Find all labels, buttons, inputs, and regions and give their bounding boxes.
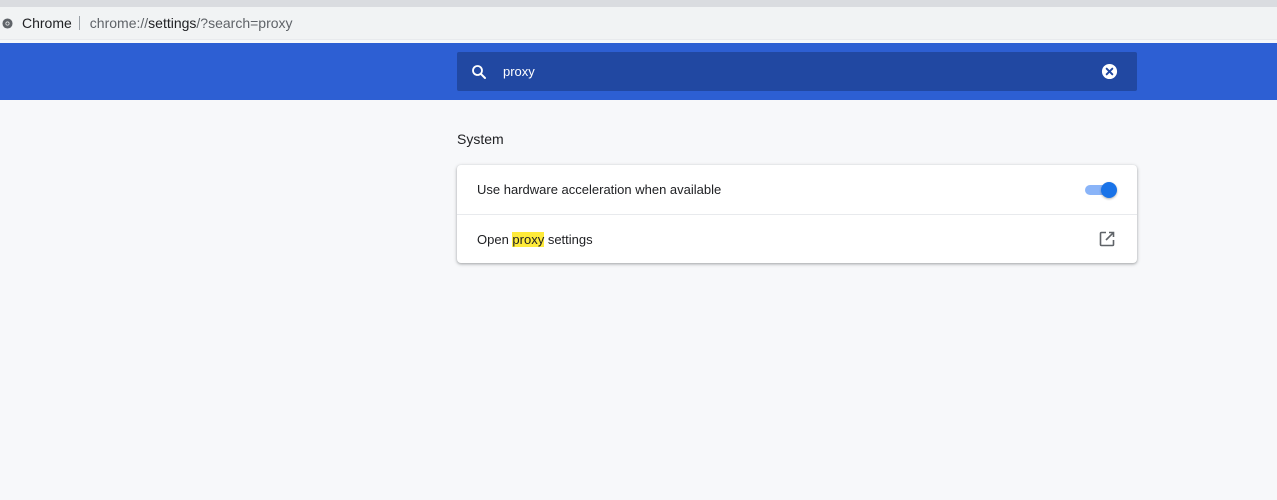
search-icon — [472, 64, 486, 79]
search-highlight: proxy — [512, 231, 545, 247]
hardware-acceleration-label: Use hardware acceleration when available — [477, 182, 722, 197]
external-link-icon[interactable] — [1098, 230, 1116, 248]
chrome-info-icon[interactable] — [2, 17, 13, 29]
open-proxy-settings-row[interactable]: Open proxy settings — [457, 214, 1137, 263]
search-input[interactable]: proxy — [503, 64, 1101, 79]
address-bar[interactable]: Chrome chrome://settings/?search=proxy — [0, 7, 1277, 40]
open-proxy-settings-label: Open proxy settings — [477, 231, 1098, 247]
label-suffix: settings — [544, 231, 593, 247]
clear-search-icon[interactable] — [1101, 63, 1118, 80]
url-host: settings — [148, 15, 197, 31]
settings-header: proxy — [0, 43, 1277, 100]
url-text[interactable]: chrome://settings/?search=proxy — [90, 15, 293, 31]
toggle-knob — [1101, 181, 1117, 198]
system-settings-card: Use hardware acceleration when available… — [457, 165, 1137, 263]
settings-search-field[interactable]: proxy — [457, 52, 1137, 91]
site-chip-label: Chrome — [22, 15, 72, 31]
hardware-acceleration-row[interactable]: Use hardware acceleration when available — [457, 165, 1137, 214]
address-separator — [78, 16, 80, 30]
url-scheme: chrome:// — [89, 15, 149, 31]
label-prefix: Open — [477, 231, 513, 247]
section-title: System — [457, 131, 504, 147]
url-path: /?search=proxy — [196, 15, 293, 31]
hardware-acceleration-toggle[interactable] — [1085, 181, 1117, 198]
tab-strip — [0, 0, 1277, 7]
